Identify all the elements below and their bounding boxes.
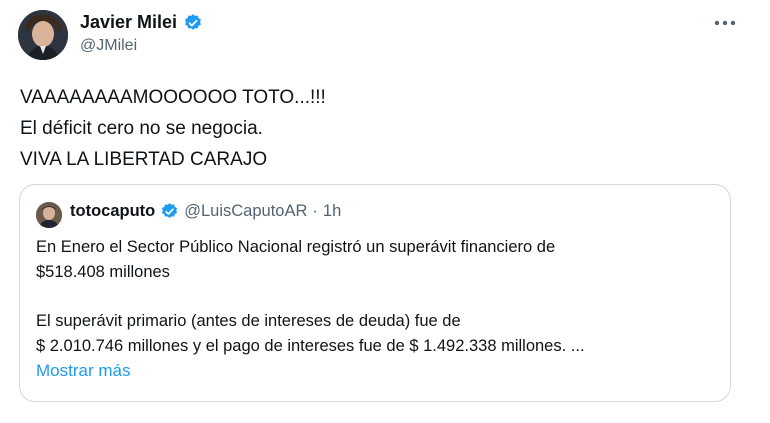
- quoted-verified-badge-icon: [160, 202, 179, 221]
- tweet-text: VAAAAAAAAMOOOOOO TOTO...!!! El déficit c…: [20, 82, 326, 175]
- author-display-name[interactable]: Javier Milei: [80, 12, 177, 33]
- tweet-container: Javier Milei @JMilei VAAAAAAAAMOOOOOO TO…: [0, 0, 770, 423]
- quoted-author-name[interactable]: totocaputo: [70, 202, 155, 221]
- meta-separator: ·: [312, 202, 318, 220]
- show-more-link[interactable]: Mostrar más: [36, 361, 130, 381]
- quoted-tweet-time[interactable]: 1h: [323, 202, 341, 221]
- more-options-button[interactable]: [710, 10, 740, 34]
- quoted-text-line: El superávit primario (antes de interese…: [36, 312, 461, 330]
- tweet-text-line: El déficit cero no se negocia.: [20, 118, 263, 139]
- author-name-row: Javier Milei: [80, 12, 203, 33]
- verified-badge-icon: [183, 13, 203, 33]
- author-avatar[interactable]: [18, 10, 68, 60]
- quoted-author-avatar[interactable]: [36, 202, 62, 228]
- quoted-tweet-header: totocaputo @LuisCaputoAR · 1h: [70, 202, 341, 221]
- quoted-tweet-card[interactable]: totocaputo @LuisCaputoAR · 1h En Enero e…: [19, 184, 731, 402]
- more-horizontal-icon: [714, 13, 736, 31]
- tweet-text-line: VAAAAAAAAMOOOOOO TOTO...!!!: [20, 87, 326, 108]
- quoted-text-line: $518.408 millones: [36, 263, 170, 281]
- quoted-text-line: En Enero el Sector Público Nacional regi…: [36, 238, 556, 256]
- quoted-tweet-text: En Enero el Sector Público Nacional regi…: [36, 235, 585, 359]
- quoted-author-handle[interactable]: @LuisCaputoAR: [184, 202, 307, 221]
- quoted-text-line: $ 2.010.746 millones y el pago de intere…: [36, 337, 585, 355]
- tweet-text-line: VIVA LA LIBERTAD CARAJO: [20, 149, 268, 170]
- author-handle[interactable]: @JMilei: [80, 37, 137, 55]
